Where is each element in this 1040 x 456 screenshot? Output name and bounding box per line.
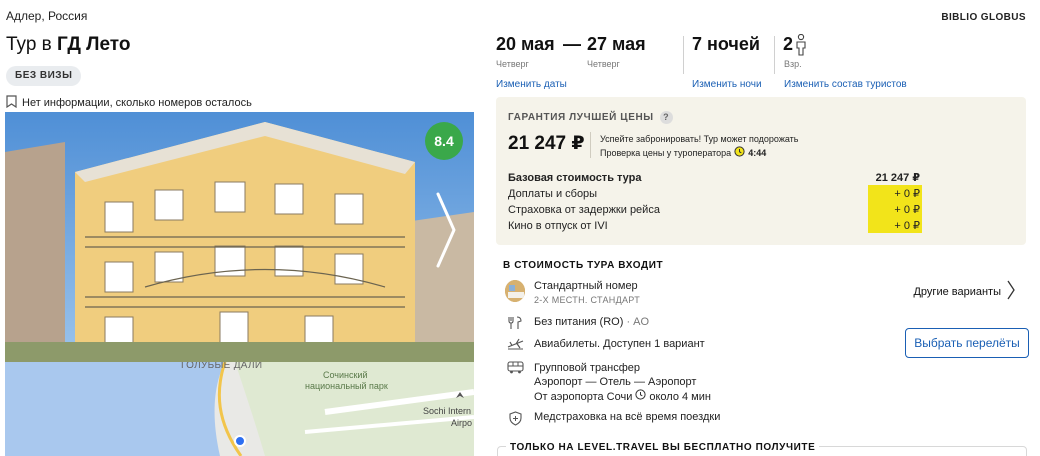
transfer-type: Групповой трансфер [534,362,641,374]
visa-badge: БЕЗ ВИЗЫ [6,66,82,86]
best-price-guarantee: ГАРАНТИЯ ЛУЧШЕЙ ЦЕНЫ ? [508,111,673,124]
person-icon [795,33,807,61]
rating-badge: 8.4 [425,122,463,160]
help-icon[interactable]: ? [659,111,673,124]
room-type: 2-Х МЕСТН. СТАНДАРТ [534,295,641,305]
map-label-golubye-dali: ГОЛУБЫЕ ДАЛИ [181,362,263,371]
plane-icon [505,338,525,350]
price-box: ГАРАНТИЯ ЛУЧШЕЙ ЦЕНЫ ? 21 247 ₽ Успейте … [496,97,1026,245]
transfer-duration: От аэропорта Сочи около 4 мин [534,389,711,404]
change-tourists-link[interactable]: Изменить состав туристов [784,79,907,90]
transfer-item: Групповой трансфер Аэропорт — Отель — Аэ… [505,361,711,404]
flights-text: Авиабилеты. Доступен 1 вариант [534,338,705,350]
date-to[interactable]: 27 мая Четверг [587,34,646,69]
price-row: Кино в отпуск от IVI + 0 ₽ [508,220,920,232]
divider [683,36,684,74]
meal-item: Без питания (RO) · AO [505,316,649,330]
map-label-airport-2: Airpo [451,418,473,428]
rooms-info: Нет информации, сколько номеров осталось [6,95,252,111]
page-title: Тур в ГД Лето [6,34,131,55]
tourists-label: Взр. [784,59,802,69]
bookmark-icon[interactable] [6,95,17,111]
insurance-item: Медстраховка на всё время поездки [505,411,720,426]
flights-item: Авиабилеты. Доступен 1 вариант [505,338,705,350]
clock-icon [635,389,646,404]
tourists-selector[interactable]: 2 [783,33,807,61]
price-row: Доплаты и сборы + 0 ₽ [508,188,920,200]
choose-flights-button[interactable]: Выбрать перелёты [905,328,1029,358]
price-breakdown: Базовая стоимость тура 21 247 ₽ Доплаты … [508,170,920,234]
location: Адлер, Россия [6,9,88,23]
hotel-map[interactable]: ГОЛУБЫЕ ДАЛИ Сочинский национальный парк… [5,362,474,456]
tour-price: 21 247 ₽ [508,133,585,154]
meal-type: Без питания (RO) [534,316,624,328]
divider [774,36,775,74]
hotel-name: ГД Лето [57,34,131,55]
date-dash: — [563,34,581,54]
meal-icon [505,316,525,330]
tour-operator: BIBLIO GLOBUS [941,12,1026,23]
hotel-photo[interactable] [5,112,474,362]
map-label-park-2: национальный парк [305,381,388,391]
insurance-text: Медстраховка на всё время поездки [534,411,721,423]
price-row: Базовая стоимость тура 21 247 ₽ [508,172,920,184]
room-thumbnail[interactable] [505,280,525,302]
meal-code: AO [633,316,650,328]
price-note: Успейте забронировать! Тур может подорож… [600,133,798,161]
other-options-link[interactable]: Другие варианты [913,280,1015,303]
room-item: Стандартный номер 2-Х МЕСТН. СТАНДАРТ [505,280,640,305]
transfer-route: Аэропорт — Отель — Аэропорт [534,376,697,388]
room-name: Стандартный номер [534,280,638,292]
price-row: Страховка от задержки рейса + 0 ₽ [508,204,920,216]
bonus-title: ТОЛЬКО НА LEVEL.TRAVEL ВЫ БЕСПЛАТНО ПОЛУ… [506,442,820,453]
map-label-airport-1: Sochi Intern [423,406,472,416]
next-photo-arrow[interactable] [432,190,460,270]
map-label-park-1: Сочинский [323,370,368,380]
date-from[interactable]: 20 мая Четверг [496,34,555,69]
change-nights-link[interactable]: Изменить ночи [692,79,762,90]
divider [590,132,591,158]
included-title: В СТОИМОСТЬ ТУРА ВХОДИТ [503,260,664,271]
chevron-right-icon [1007,280,1015,303]
timer-icon [734,146,745,161]
price-timer: 4:44 [748,148,767,158]
bus-icon [505,361,525,374]
shield-icon [505,411,525,426]
change-dates-link[interactable]: Изменить даты [496,79,567,90]
nights-count[interactable]: 7 ночей [692,34,760,55]
